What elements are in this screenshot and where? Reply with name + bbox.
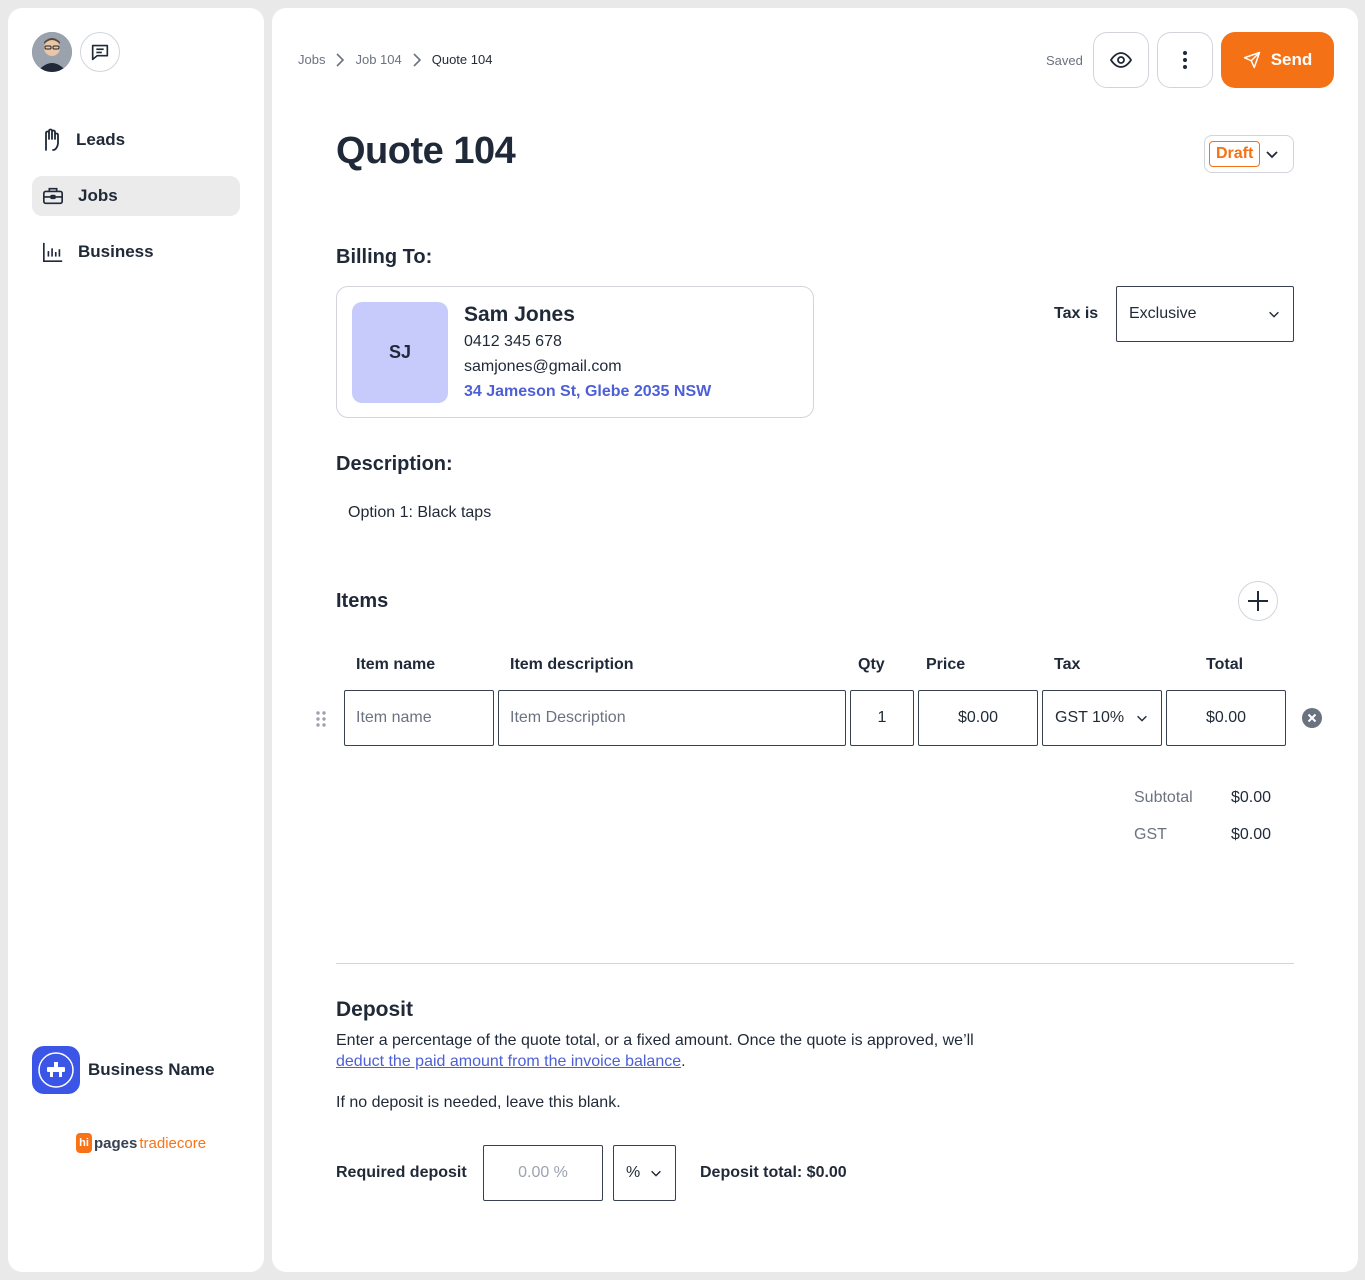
status-dropdown[interactable]: Draft — [1204, 135, 1294, 173]
deposit-total: Deposit total: $0.00 — [700, 1164, 847, 1181]
page-title: Quote 104 — [336, 130, 516, 172]
item-price-input[interactable]: $0.00 — [918, 690, 1038, 746]
sidebar-item-label: Business — [78, 242, 154, 261]
plus-icon — [1248, 591, 1268, 611]
item-description-input[interactable]: Item Description — [498, 690, 846, 746]
item-tax-value: GST 10% — [1055, 709, 1125, 726]
tax-label: Tax is — [1054, 305, 1099, 322]
sidebar: Leads Jobs Business Business Name hi pag… — [8, 8, 264, 1272]
chevron-down-icon — [1269, 311, 1279, 318]
chat-icon — [91, 44, 109, 61]
breadcrumb-current: Quote 104 — [431, 52, 493, 67]
tax-mode-value: Exclusive — [1129, 305, 1197, 322]
sidebar-item-jobs[interactable]: Jobs — [32, 176, 240, 216]
gst-label: GST — [1134, 826, 1167, 843]
avatar[interactable] — [32, 32, 72, 72]
brand-pages: pages — [94, 1134, 138, 1152]
chevron-down-icon — [1266, 151, 1278, 159]
column-header-total: Total — [1206, 656, 1244, 673]
hand-icon — [45, 128, 59, 151]
column-header-price: Price — [926, 656, 966, 673]
more-vertical-icon — [1183, 51, 1187, 69]
breadcrumb: Jobs Job 104 Quote 104 — [298, 52, 492, 67]
bar-chart-icon — [43, 242, 63, 262]
business-profile[interactable]: Business Name — [32, 1046, 215, 1094]
subtotal-label: Subtotal — [1134, 789, 1193, 806]
description-text[interactable]: Option 1: Black taps — [348, 504, 491, 522]
drag-handle-icon[interactable] — [314, 710, 328, 728]
chevron-right-icon — [413, 52, 421, 67]
deposit-unit-value: % — [626, 1164, 641, 1181]
item-name-input[interactable]: Item name — [344, 690, 494, 746]
required-deposit-label: Required deposit — [336, 1164, 467, 1181]
status-badge: Draft — [1209, 141, 1261, 167]
briefcase-icon — [43, 187, 63, 205]
brand-hi: hi — [76, 1133, 92, 1153]
items-heading: Items — [336, 590, 389, 612]
client-card[interactable]: SJ Sam Jones 0412 345 678 samjones@gmail… — [336, 286, 814, 418]
sidebar-item-business[interactable]: Business — [32, 232, 240, 272]
description-heading: Description: — [336, 453, 453, 475]
breadcrumb-jobs[interactable]: Jobs — [298, 52, 325, 67]
brand-tradiecore: tradiecore — [139, 1134, 207, 1152]
avatar-photo-icon — [32, 32, 72, 72]
add-item-button[interactable] — [1238, 581, 1278, 621]
deposit-instructions: Enter a percentage of the quote total, o… — [336, 1030, 1016, 1072]
client-initials: SJ — [352, 302, 448, 403]
business-name: Business Name — [88, 1060, 215, 1079]
deposit-info-link[interactable]: deduct the paid amount from the invoice … — [336, 1053, 681, 1070]
more-options-button[interactable] — [1157, 32, 1213, 88]
deposit-amount-input[interactable]: 0.00 % — [483, 1145, 603, 1201]
eye-icon — [1109, 52, 1133, 68]
client-phone: 0412 345 678 — [464, 333, 562, 350]
preview-button[interactable] — [1093, 32, 1149, 88]
client-name: Sam Jones — [464, 303, 575, 326]
tax-mode-select[interactable]: Exclusive — [1116, 286, 1294, 342]
send-label: Send — [1270, 50, 1313, 69]
client-email: samjones@gmail.com — [464, 358, 622, 375]
item-tax-select[interactable]: GST 10% — [1042, 690, 1162, 746]
main-panel: Jobs Job 104 Quote 104 Saved Send Quote … — [272, 8, 1358, 1272]
column-header-item-description: Item description — [510, 656, 634, 673]
messages-button[interactable] — [80, 32, 120, 72]
no-deposit-note: If no deposit is needed, leave this blan… — [336, 1094, 621, 1111]
gst-value: $0.00 — [1231, 826, 1272, 843]
deposit-text-after: . — [681, 1053, 686, 1070]
sidebar-item-leads[interactable]: Leads — [32, 120, 240, 160]
send-button[interactable]: Send — [1221, 32, 1334, 88]
chevron-down-icon — [1137, 715, 1147, 722]
send-icon — [1243, 51, 1260, 69]
subtotal-value: $0.00 — [1231, 789, 1272, 806]
business-logo — [32, 1046, 80, 1094]
remove-item-icon[interactable] — [1301, 707, 1323, 729]
column-header-item-name: Item name — [356, 656, 436, 673]
client-address-link[interactable]: 34 Jameson St, Glebe 2035 NSW — [464, 383, 711, 401]
chevron-right-icon — [336, 52, 345, 67]
chevron-down-icon — [651, 1170, 661, 1177]
breadcrumb-job[interactable]: Job 104 — [355, 52, 401, 67]
section-divider — [336, 963, 1294, 964]
column-header-qty: Qty — [858, 656, 885, 673]
item-qty-input[interactable]: 1 — [850, 690, 914, 746]
deposit-heading: Deposit — [336, 998, 414, 1021]
plumbing-logo-icon — [38, 1052, 74, 1088]
column-header-tax: Tax — [1054, 656, 1081, 673]
save-status: Saved — [1046, 53, 1083, 68]
item-total-field: $0.00 — [1166, 690, 1286, 746]
sidebar-item-label: Jobs — [78, 186, 118, 205]
deposit-text-before: Enter a percentage of the quote total, o… — [336, 1032, 974, 1049]
billing-heading: Billing To: — [336, 246, 433, 268]
sidebar-item-label: Leads — [76, 130, 126, 149]
deposit-unit-select[interactable]: % — [613, 1145, 676, 1201]
hipages-tradiecore-logo: hi pages tradiecore — [76, 1133, 206, 1153]
